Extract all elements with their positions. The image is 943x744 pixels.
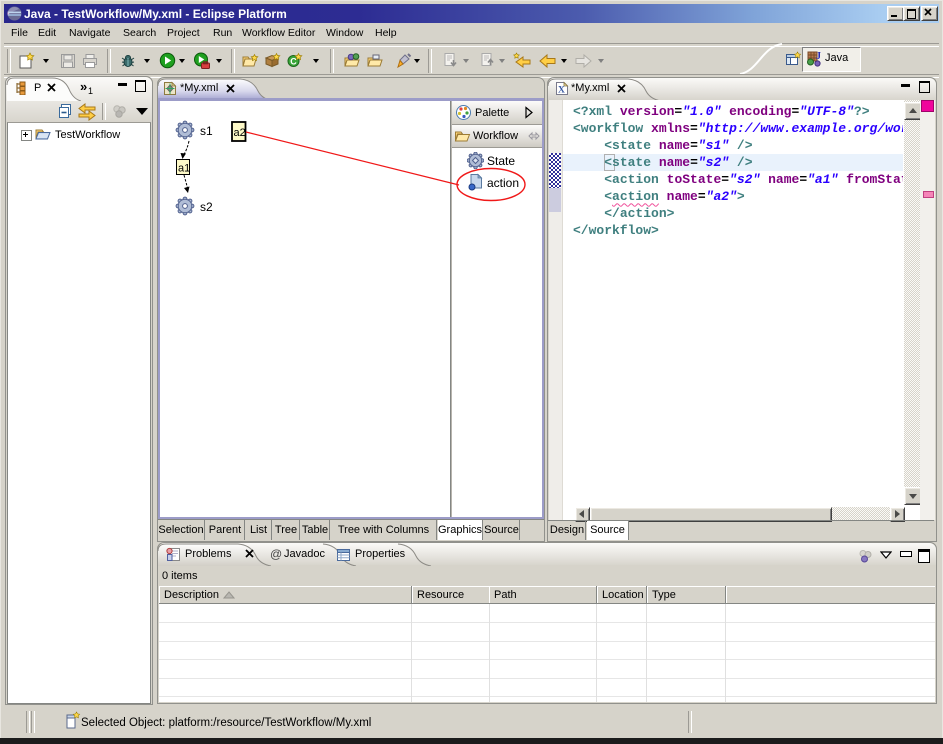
svg-text:X: X	[558, 86, 565, 96]
svg-text:a2: a2	[234, 127, 246, 139]
svg-text:C: C	[290, 57, 297, 67]
svg-text:a1: a1	[178, 163, 190, 175]
svg-text:s1: s1	[200, 124, 213, 138]
svg-text:J: J	[816, 51, 821, 62]
svg-text:s2: s2	[200, 200, 213, 214]
